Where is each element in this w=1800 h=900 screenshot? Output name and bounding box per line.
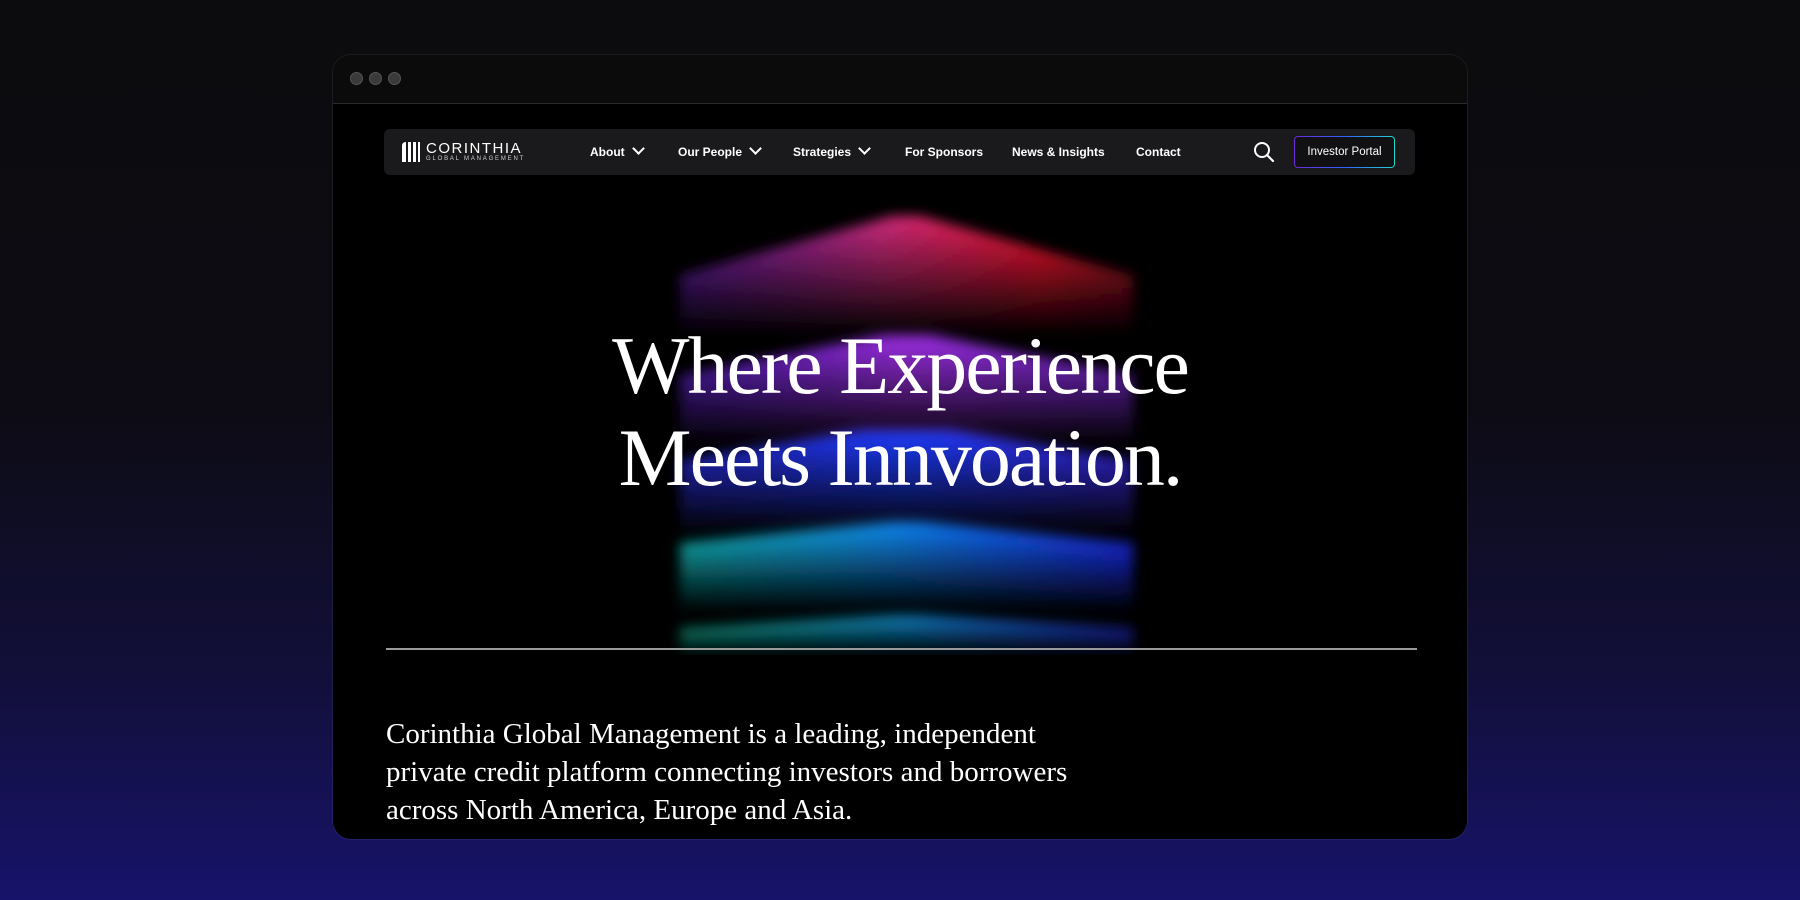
nav-item-for-sponsors[interactable]: For Sponsors xyxy=(905,129,983,175)
intro-paragraph: Corinthia Global Management is a leading… xyxy=(386,718,1068,826)
nav-item-contact[interactable]: Contact xyxy=(1136,129,1181,175)
nav-item-label: Our People xyxy=(678,145,743,159)
nav-item-label: For Sponsors xyxy=(905,145,984,159)
nav-item-label: Contact xyxy=(1136,145,1181,159)
investor-portal-button[interactable]: Investor Portal xyxy=(1294,136,1395,168)
nav-item-label: About xyxy=(590,145,625,159)
chevron-down-icon xyxy=(858,142,871,155)
nav-item-news-insights[interactable]: News & Insights xyxy=(1012,129,1105,175)
logo-subtitle: GLOBAL MANAGEMENT xyxy=(426,156,526,162)
columns-logo-icon xyxy=(402,142,420,162)
nav-item-our-people[interactable]: Our People xyxy=(678,129,762,175)
nav-item-label: Strategies xyxy=(793,145,852,159)
browser-window: Where Experience Meets Innvoation. CORIN… xyxy=(333,55,1467,839)
nav-item-about[interactable]: About xyxy=(590,129,645,175)
section-divider xyxy=(386,648,1417,650)
investor-portal-label: Investor Portal xyxy=(1295,137,1394,167)
main-navigation: CORINTHIA GLOBAL MANAGEMENT About Our Pe… xyxy=(384,129,1415,175)
hero-title: Where Experience Meets Innvoation. xyxy=(333,320,1467,504)
search-icon[interactable] xyxy=(1253,141,1275,163)
nav-item-label: News & Insights xyxy=(1012,145,1105,159)
chevron-down-icon xyxy=(631,142,645,155)
hero-title-line2: Meets Innvoation. xyxy=(618,412,1184,503)
chevron-down-icon xyxy=(749,142,762,155)
nav-item-strategies[interactable]: Strategies xyxy=(793,129,871,175)
logo-wordmark: CORINTHIA xyxy=(426,140,522,157)
hero-title-line1: Where Experience xyxy=(612,320,1190,411)
